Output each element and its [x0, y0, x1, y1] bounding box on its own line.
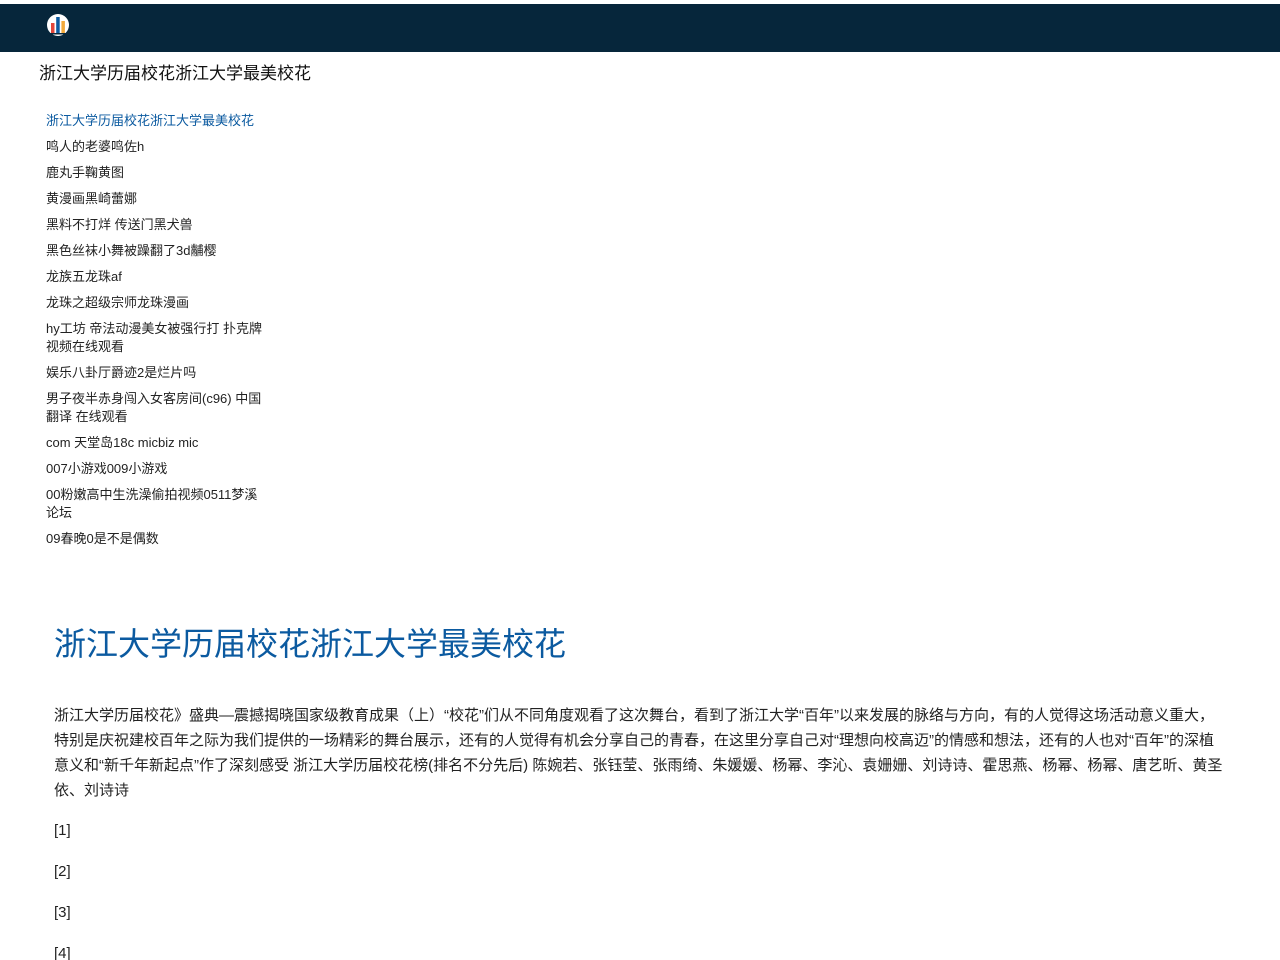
sidebar-item[interactable]: 鹿丸手鞠黄图 — [46, 164, 262, 182]
site-title[interactable]: 浙江大学历届校花浙江大学最美校花 — [39, 59, 311, 84]
sidebar-item[interactable]: 09春晚0是不是偶数 — [46, 530, 262, 548]
sidebar-item[interactable]: 黑料不打烊 传送门黑犬兽 — [46, 216, 262, 234]
article-body: 浙江大学历届校花》盛典—震撼揭晓国家级教育成果（上）“校花”们从不同角度观看了这… — [54, 707, 1223, 799]
chart-logo-icon[interactable] — [46, 13, 70, 37]
reference-link[interactable]: [1] — [54, 820, 71, 861]
sidebar-item[interactable]: hy工坊 帝法动漫美女被强行打 扑克牌 视频在线观看 — [46, 320, 262, 356]
sidebar-item[interactable]: 黄漫画黑崎蕾娜 — [46, 190, 262, 208]
sidebar-item[interactable]: 男子夜半赤身闯入女客房间(c96) 中国翻译 在线观看 — [46, 390, 262, 426]
sidebar-item[interactable]: 鸣人的老婆鸣佐h — [46, 138, 262, 156]
reference-link[interactable]: [3] — [54, 902, 71, 943]
sidebar-nav: 浙江大学历届校花浙江大学最美校花 鸣人的老婆鸣佐h 鹿丸手鞠黄图 黄漫画黑崎蕾娜… — [46, 112, 262, 556]
article-title: 浙江大学历届校花浙江大学最美校花 — [54, 626, 567, 662]
top-navbar — [0, 4, 1280, 52]
sidebar-item-current[interactable]: 浙江大学历届校花浙江大学最美校花 — [46, 112, 262, 130]
sidebar-item[interactable]: 龙族五龙珠af — [46, 268, 262, 286]
reference-link[interactable]: [2] — [54, 861, 71, 902]
reference-link[interactable]: [4] — [54, 943, 71, 960]
sidebar-item[interactable]: 黑色丝袜小舞被躁翻了3d黼樱 — [46, 242, 262, 260]
sidebar-item[interactable]: com 天堂岛18c micbiz mic — [46, 434, 262, 452]
sidebar-item[interactable]: 00粉嫩高中生洗澡偷拍视频0511梦溪论坛 — [46, 486, 262, 522]
sidebar-item[interactable]: 龙珠之超级宗师龙珠漫画 — [46, 294, 262, 312]
sidebar-item[interactable]: 007小游戏009小游戏 — [46, 460, 262, 478]
reference-list: [1] [2] [3] [4] — [54, 820, 71, 960]
sidebar-item[interactable]: 娱乐八卦厅爵迹2是烂片吗 — [46, 364, 262, 382]
